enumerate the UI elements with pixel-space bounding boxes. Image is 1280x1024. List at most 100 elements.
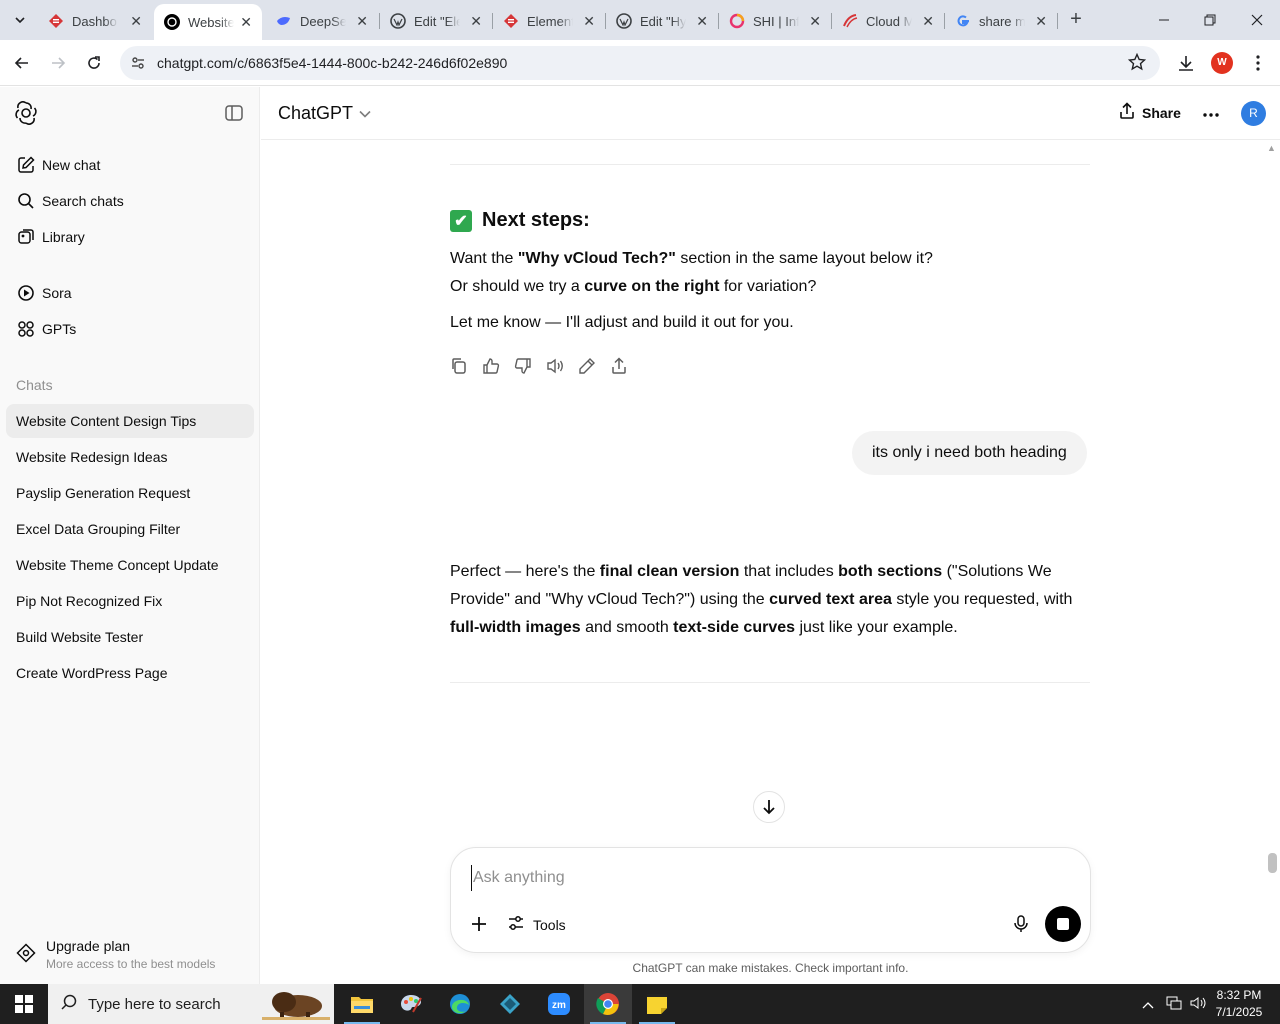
chat-item[interactable]: Build Website Tester	[6, 620, 254, 654]
stop-generating-button[interactable]	[1045, 906, 1081, 942]
back-button[interactable]	[10, 51, 34, 75]
edit-icon[interactable]	[578, 355, 610, 377]
tab-title: Dashbo	[72, 13, 117, 29]
address-bar[interactable]: chatgpt.com/c/6863f5e4-1444-800c-b242-24…	[120, 46, 1160, 80]
system-tray	[1142, 984, 1210, 1024]
browser-tab-3[interactable]: DeepSe ✕	[266, 6, 378, 36]
site-info-icon[interactable]	[128, 53, 148, 73]
browser-tab-5[interactable]: Element ✕	[493, 6, 605, 36]
system-clock[interactable]: 8:32 PM 7/1/2025	[1204, 987, 1274, 1021]
user-message-bubble: its only i need both heading	[852, 431, 1087, 475]
windows-start-button[interactable]	[0, 984, 48, 1024]
scroll-up-arrow-icon[interactable]: ▲	[1267, 143, 1276, 153]
sidebar-item-gpts[interactable]: GPTs	[6, 312, 254, 346]
main-chat-area: ChatGPT Share R ▲ ✔ Next steps: Want the…	[261, 87, 1280, 984]
share-label: Share	[1142, 104, 1181, 121]
upgrade-plan-button[interactable]: Upgrade plan More access to the best mod…	[6, 933, 254, 977]
add-attachment-icon[interactable]	[467, 912, 491, 936]
app-diamond-icon[interactable]	[486, 984, 534, 1024]
browser-tab-6[interactable]: Edit "Hy ✕	[606, 6, 718, 36]
openai-logo-icon[interactable]	[14, 101, 38, 125]
model-selector[interactable]: ChatGPT	[278, 103, 371, 124]
copy-icon[interactable]	[450, 355, 482, 377]
chat-item[interactable]: Website Theme Concept Update	[6, 548, 254, 582]
tab-title: SHI | Inf	[753, 13, 799, 29]
wordpress-icon	[390, 13, 406, 29]
disclaimer-text: ChatGPT can make mistakes. Check importa…	[632, 961, 909, 975]
close-icon[interactable]: ✕	[583, 13, 595, 30]
bookmark-star-icon[interactable]	[1127, 52, 1147, 74]
chat-item-active[interactable]: Website Content Design Tips	[6, 404, 254, 438]
close-icon[interactable]: ✕	[922, 13, 934, 30]
close-icon[interactable]: ✕	[130, 13, 142, 30]
sidebar-item-library[interactable]: Library	[6, 220, 254, 254]
chat-item[interactable]: Excel Data Grouping Filter	[6, 512, 254, 546]
sidebar-item-sora[interactable]: Sora	[6, 276, 254, 310]
sidebar-toggle-icon[interactable]	[224, 103, 244, 123]
minimize-button[interactable]	[1141, 0, 1187, 40]
browser-profile-avatar[interactable]: W	[1211, 52, 1233, 74]
file-explorer-icon[interactable]	[338, 984, 386, 1024]
message-actions	[450, 355, 642, 377]
close-icon[interactable]: ✕	[470, 13, 482, 30]
edge-browser-icon[interactable]	[436, 984, 484, 1024]
browser-tab-4[interactable]: Edit "Ele ✕	[380, 6, 492, 36]
check-mark-icon: ✔	[450, 209, 472, 232]
thumbs-down-icon[interactable]	[514, 355, 546, 377]
tray-chevron-up-icon[interactable]	[1142, 996, 1158, 1012]
restore-button[interactable]	[1187, 0, 1233, 40]
new-tab-button[interactable]: +	[1064, 8, 1088, 32]
tools-label: Tools	[533, 916, 566, 933]
microphone-icon[interactable]	[1011, 914, 1031, 934]
browser-tab-strip: Dashbo ✕ Website ✕ DeepSe ✕ Edit "Ele ✕ …	[0, 0, 1280, 40]
browser-tab-8[interactable]: Cloud M ✕	[832, 6, 944, 36]
stop-icon	[1057, 918, 1069, 930]
tab-search-icon[interactable]	[8, 8, 32, 32]
model-name: ChatGPT	[278, 103, 354, 123]
user-avatar[interactable]: R	[1241, 101, 1266, 126]
thumbs-up-icon[interactable]	[482, 355, 514, 377]
tab-title: DeepSe	[300, 13, 346, 29]
windows-taskbar: Type here to search zm 8:32 PM 7/1/2025	[0, 984, 1280, 1024]
forward-button[interactable]	[46, 51, 70, 75]
scrollbar-thumb[interactable]	[1268, 853, 1277, 873]
read-aloud-icon[interactable]	[546, 355, 578, 377]
network-icon[interactable]	[1166, 996, 1184, 1013]
close-window-button[interactable]	[1234, 0, 1280, 40]
browser-tab-1[interactable]: Dashbo ✕	[38, 6, 152, 36]
sidebar-item-search-chats[interactable]: Search chats	[6, 184, 254, 218]
share-message-icon[interactable]	[610, 355, 642, 377]
close-icon[interactable]: ✕	[1035, 13, 1047, 30]
share-button[interactable]: Share	[1118, 102, 1181, 123]
chrome-browser-icon[interactable]	[584, 984, 632, 1024]
chats-heading: Chats	[16, 377, 53, 393]
zoom-app-icon[interactable]: zm	[535, 984, 583, 1024]
chatgpt-icon	[164, 14, 180, 30]
chat-item[interactable]: Website Redesign Ideas	[6, 440, 254, 474]
more-options-icon[interactable]	[1199, 102, 1223, 126]
close-icon[interactable]: ✕	[356, 13, 368, 30]
browser-tab-7[interactable]: SHI | Inf ✕	[719, 6, 831, 36]
chat-item[interactable]: Pip Not Recognized Fix	[6, 584, 254, 618]
close-icon[interactable]: ✕	[696, 13, 708, 30]
paint-app-icon[interactable]	[387, 984, 435, 1024]
url-text[interactable]: chatgpt.com/c/6863f5e4-1444-800c-b242-24…	[157, 55, 507, 71]
tools-button[interactable]: Tools	[507, 914, 566, 935]
chat-item[interactable]: Payslip Generation Request	[6, 476, 254, 510]
assistant-message-1-para-1: Want the "Why vCloud Tech?" section in t…	[450, 250, 933, 295]
sidebar-item-new-chat[interactable]: New chat	[6, 148, 254, 182]
bison-search-highlight-icon[interactable]	[262, 988, 330, 1020]
tab-title: Website	[188, 14, 234, 30]
close-icon[interactable]: ✕	[809, 13, 821, 30]
browser-tab-2-active[interactable]: Website ✕	[154, 4, 262, 40]
downloads-icon[interactable]	[1174, 51, 1198, 75]
prompt-input[interactable]	[471, 865, 991, 891]
sticky-notes-icon[interactable]	[633, 984, 681, 1024]
reload-button[interactable]	[82, 51, 106, 75]
chat-item[interactable]: Create WordPress Page	[6, 656, 254, 690]
next-steps-heading: ✔ Next steps:	[450, 209, 590, 232]
scroll-down-arrow-icon[interactable]	[753, 791, 785, 823]
browser-menu-icon[interactable]	[1246, 51, 1270, 75]
browser-tab-9[interactable]: share m ✕	[945, 6, 1057, 36]
close-icon[interactable]: ✕	[240, 14, 252, 31]
